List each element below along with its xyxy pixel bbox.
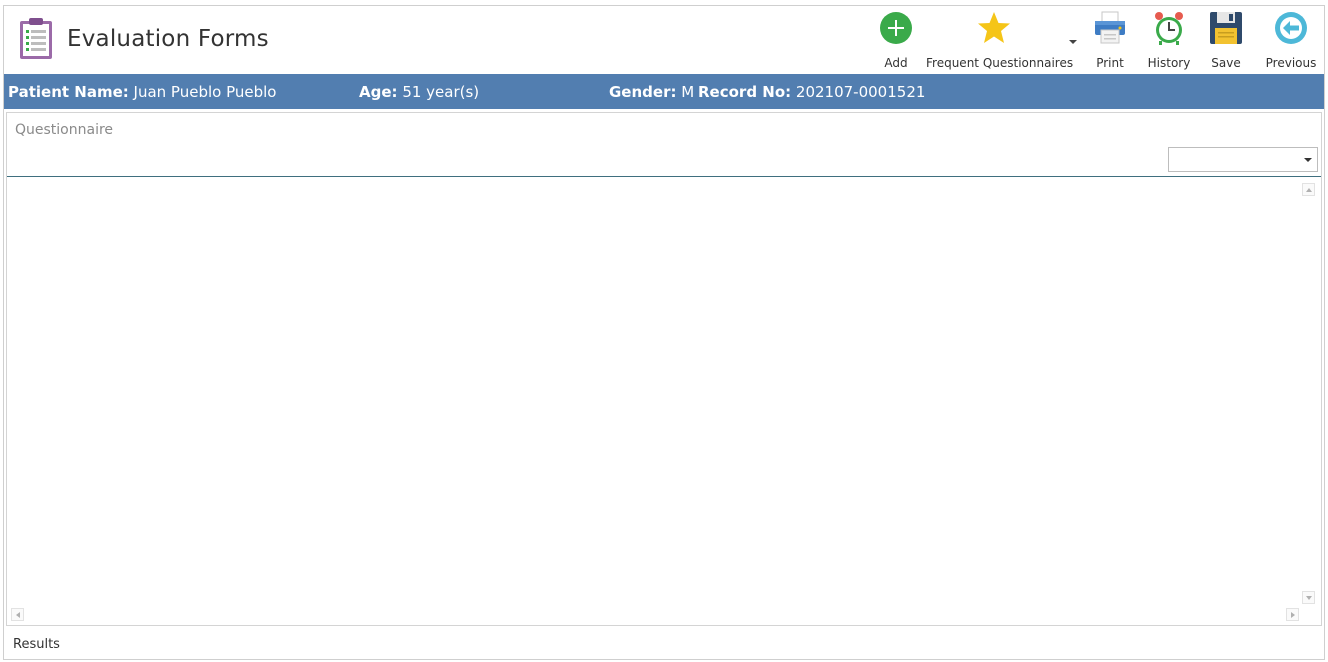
patient-age-value: 51 year(s) [402,83,480,101]
patient-record-value: 202107-0001521 [795,83,926,101]
questionnaire-select[interactable] [1168,147,1318,172]
chevron-down-icon[interactable] [1304,158,1312,162]
history-button[interactable]: History [1146,6,1192,74]
header: Evaluation Forms Add Frequent Questionna… [4,6,1324,74]
patient-record-label: Record No: [698,83,792,101]
floppy-disk-icon [1210,12,1242,44]
patient-gender: Gender: M [609,83,694,101]
page-title: Evaluation Forms [67,26,269,52]
frequent-questionnaires-button[interactable]: Frequent Questionnaires [926,6,1074,74]
save-button[interactable]: Save [1204,6,1248,74]
print-button[interactable]: Print [1088,6,1132,74]
patient-gender-label: Gender: [609,83,677,101]
results-tab[interactable]: Results [13,637,60,652]
clipboard-icon [20,18,52,59]
patient-age: Age: 51 year(s) [359,83,479,101]
star-icon [978,12,1010,43]
previous-button[interactable]: Previous [1260,6,1322,74]
scroll-up-button[interactable] [1302,183,1315,196]
previous-label: Previous [1265,56,1317,70]
scroll-right-button[interactable] [1286,608,1299,621]
frequent-questionnaires-dropdown-arrow[interactable] [1069,40,1077,44]
patient-name: Patient Name: Juan Pueblo Pueblo [8,83,276,101]
print-label: Print [1096,56,1124,70]
arrow-left-circle-icon [1275,12,1307,44]
divider [7,176,1321,177]
patient-name-label: Patient Name: [8,83,129,101]
alarm-clock-icon [1155,12,1183,45]
evaluation-forms-window: Evaluation Forms Add Frequent Questionna… [3,5,1325,660]
save-label: Save [1211,56,1241,70]
questionnaire-label: Questionnaire [15,122,114,138]
patient-gender-value: M [681,83,695,101]
plus-circle-icon [880,12,912,44]
scroll-left-button[interactable] [11,608,24,621]
patient-record: Record No: 202107-0001521 [698,83,925,101]
questionnaire-panel: Questionnaire [6,112,1322,626]
patient-info-bar: Patient Name: Juan Pueblo Pueblo Age: 51… [4,74,1324,109]
history-label: History [1147,56,1191,70]
printer-icon [1095,11,1125,44]
frequent-questionnaires-label: Frequent Questionnaires [926,56,1074,70]
scroll-down-button[interactable] [1302,591,1315,604]
patient-age-label: Age: [359,83,398,101]
add-label: Add [884,56,908,70]
patient-name-value: Juan Pueblo Pueblo [133,83,277,101]
add-button[interactable]: Add [874,6,918,74]
